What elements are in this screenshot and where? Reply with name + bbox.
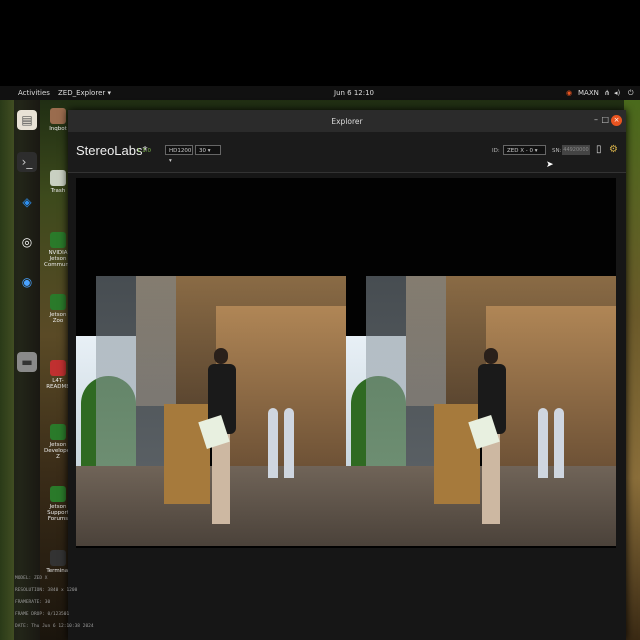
right-camera-image (346, 276, 616, 546)
serial-number: 44920000 (562, 145, 590, 155)
info-model: MODEL: ZED X (15, 576, 48, 581)
wallpaper-right (624, 100, 640, 640)
app-header: StereoLabs* 1.3.0 HD1200 ▾ 30 ▾ ID: ZED … (68, 132, 626, 173)
nvidia-icon[interactable]: ◉ (566, 89, 572, 97)
minimize-icon[interactable]: – (594, 115, 598, 124)
app-menu[interactable]: ZED_Explorer ▾ (58, 89, 111, 97)
drive-icon[interactable]: ▬ (17, 352, 37, 372)
maximize-icon[interactable]: □ (601, 115, 609, 124)
camera-info: MODEL: ZED X RESOLUTION: 3840 x 1200 FRA… (15, 573, 94, 633)
id-label: ID: (492, 148, 500, 154)
camera-select[interactable]: ZED X - 0 ▾ (503, 145, 546, 155)
activities-button[interactable]: Activities (18, 89, 50, 97)
window-title: Explorer (331, 117, 363, 126)
record-icon[interactable]: ▯ (596, 144, 602, 155)
info-resolution: RESOLUTION: 3840 x 1200 (15, 588, 78, 593)
dock: ▤ ›_ ◈ ◎ ◉ ▬ (14, 100, 40, 640)
network-icon[interactable]: ⋔ (604, 89, 610, 97)
chromium-icon[interactable]: ◉ (17, 272, 37, 292)
title-bar[interactable]: Explorer – □ × (68, 110, 626, 132)
close-icon[interactable]: × (611, 115, 622, 126)
info-date: DATE: Thu Jun 6 12:10:38 2024 (15, 624, 94, 629)
fps-select[interactable]: 30 ▾ (195, 145, 221, 155)
info-framerate: FRAMERATE: 30 (15, 600, 51, 605)
obs-icon[interactable]: ◎ (17, 232, 37, 252)
vscode-icon[interactable]: ◈ (17, 192, 37, 212)
video-panel (76, 178, 616, 548)
resolution-select[interactable]: HD1200 ▾ (165, 145, 193, 164)
left-camera-image (76, 276, 346, 546)
sn-label: SN: (552, 148, 562, 154)
explorer-window: Explorer – □ × StereoLabs* 1.3.0 HD1200 … (68, 110, 626, 640)
power-mode[interactable]: MAXN (578, 89, 599, 97)
terminal-icon[interactable]: ›_ (17, 152, 37, 172)
info-frame-drop: FRAME DROP: 0/123501 (15, 612, 70, 617)
volume-icon[interactable]: ◂) (614, 89, 620, 97)
settings-gear-icon[interactable]: ⚙ (609, 144, 618, 155)
version-label: 1.3.0 (137, 148, 151, 154)
power-icon[interactable]: ⏻ (628, 89, 634, 98)
files-icon[interactable]: ▤ (17, 110, 37, 130)
mouse-cursor-icon: ➤ (546, 160, 554, 170)
top-bar: Activities ZED_Explorer ▾ Jun 6 12:10 ◉ … (0, 86, 640, 100)
clock[interactable]: Jun 6 12:10 (334, 89, 374, 97)
